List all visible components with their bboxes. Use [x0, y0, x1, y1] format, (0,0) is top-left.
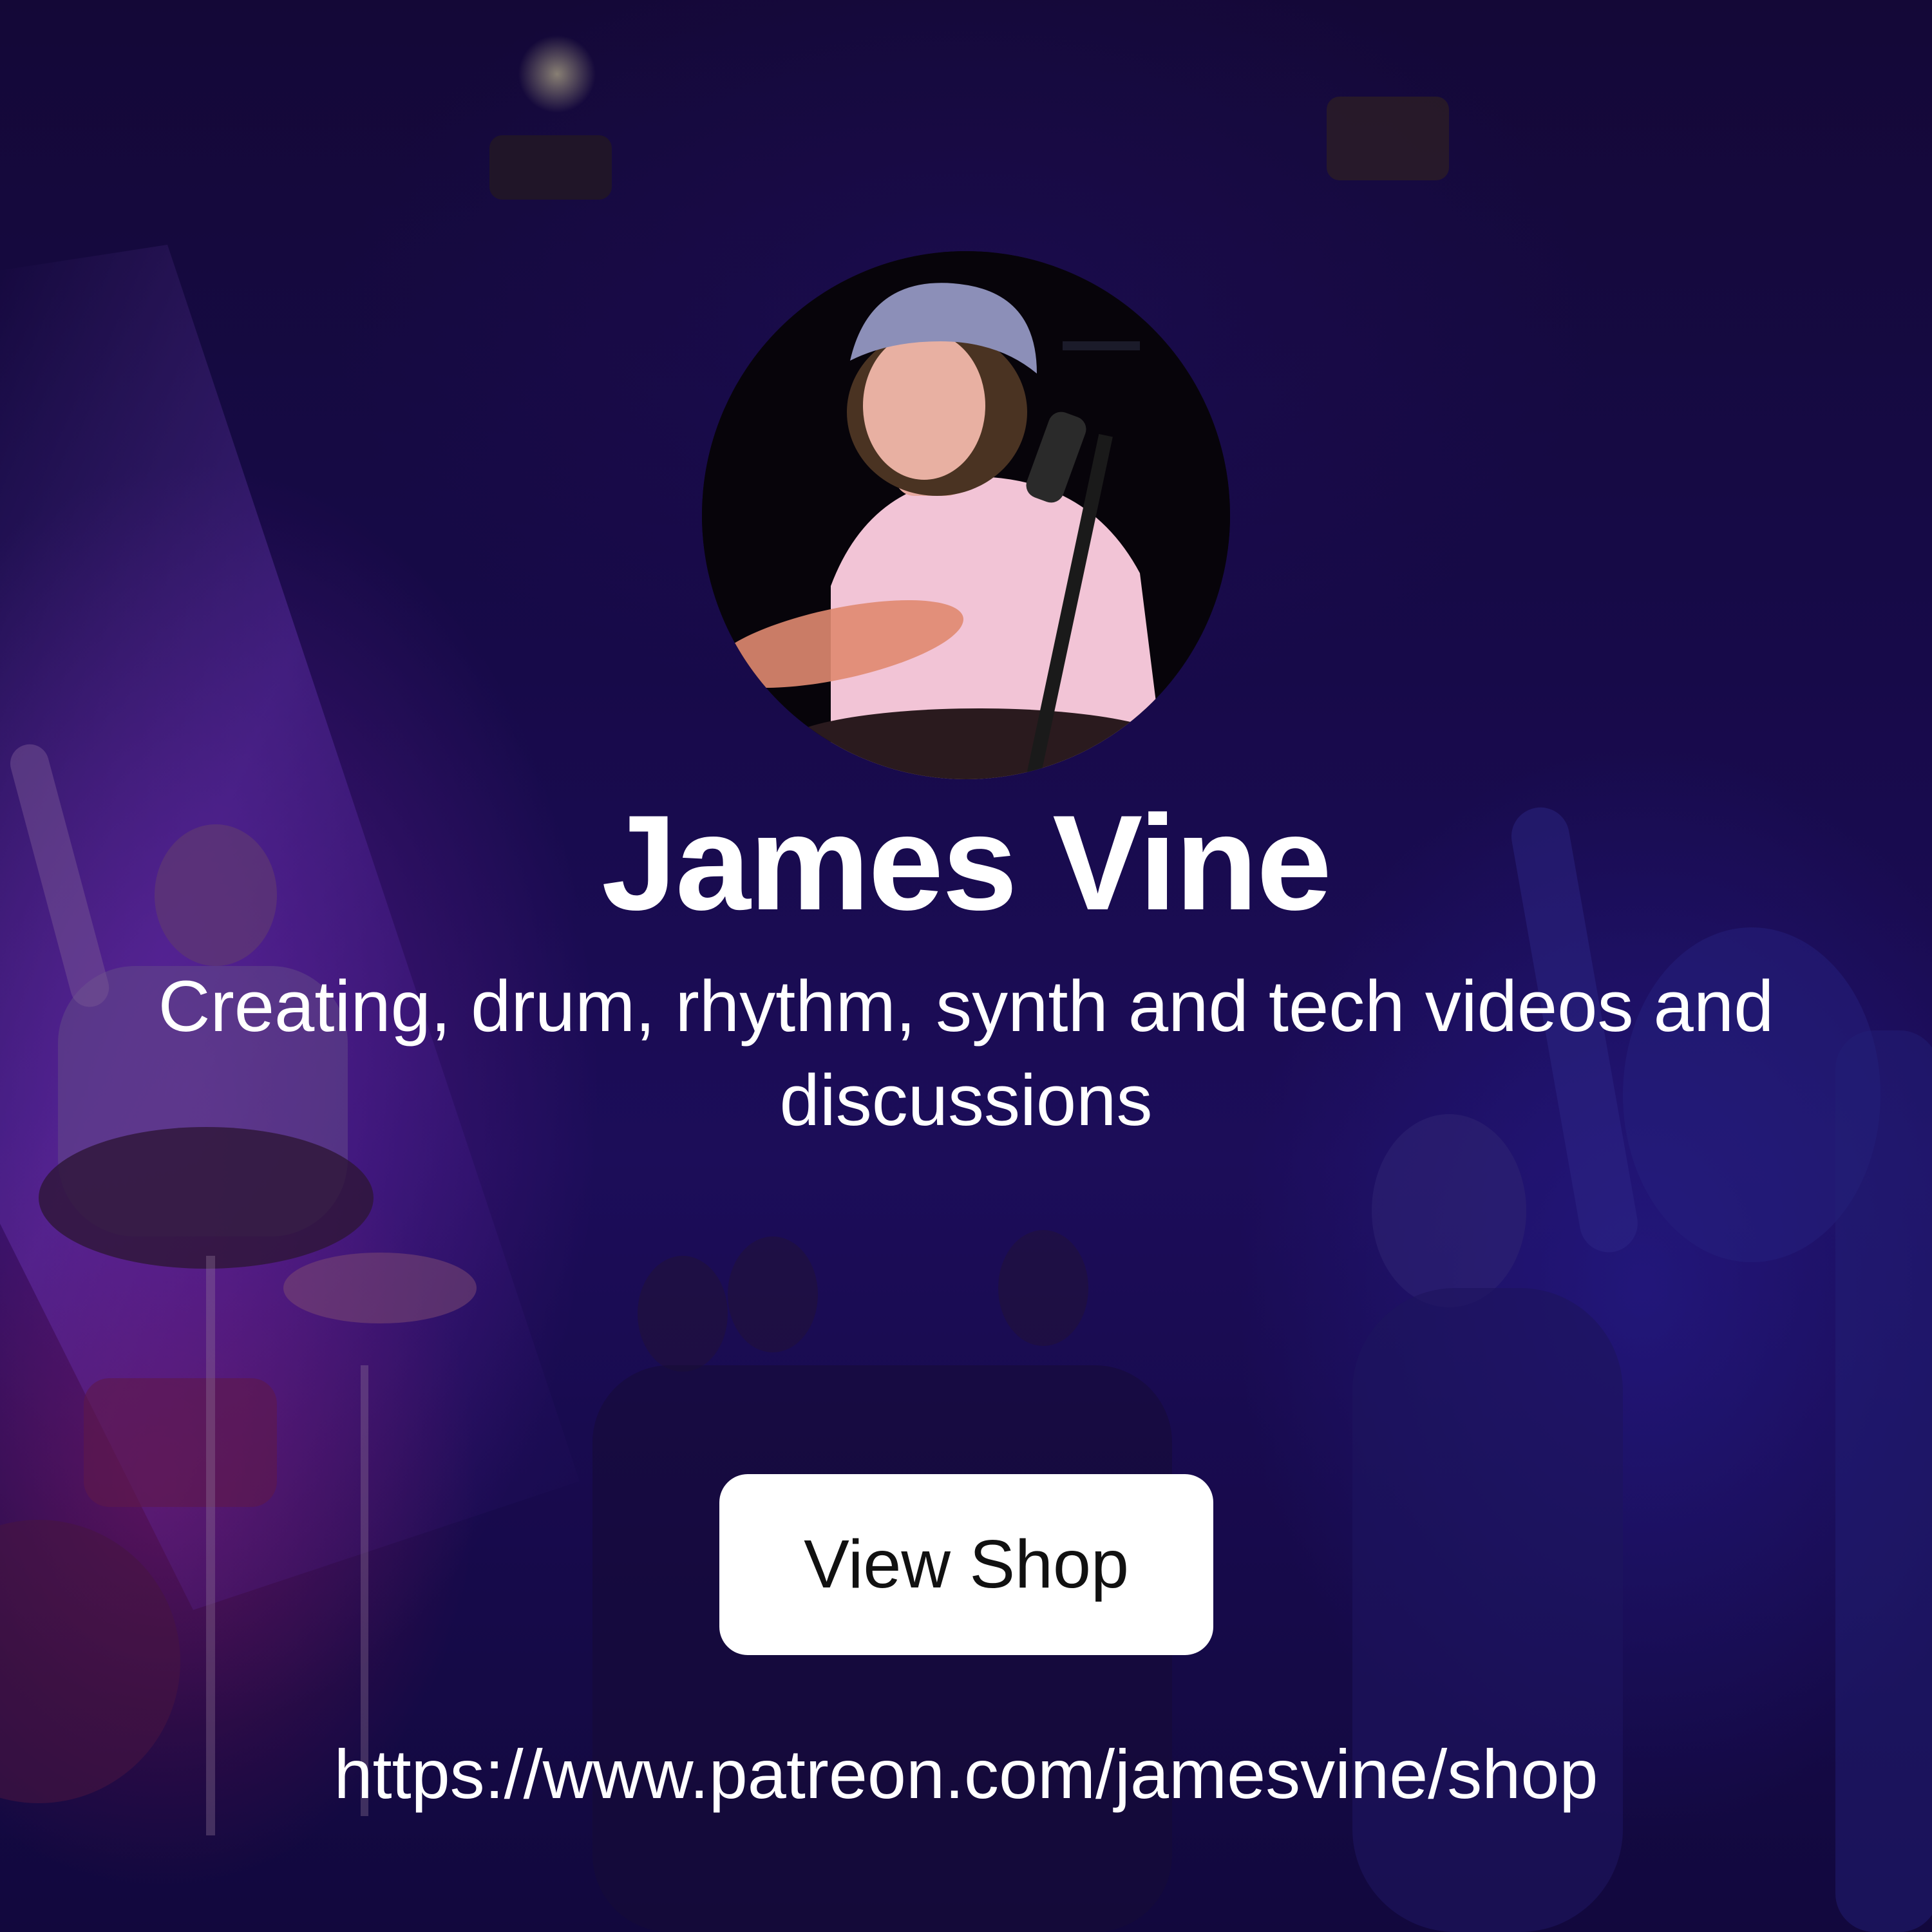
profile-photo-icon [702, 251, 1230, 779]
avatar [702, 251, 1230, 779]
page-title: James Vine [601, 787, 1332, 938]
tagline: Creating, drum, rhythm, synth and tech v… [158, 966, 1774, 1141]
shop-url-link[interactable]: https://www.patreon.com/jamesvine/shop [0, 1726, 1932, 1823]
shop-card: James Vine Creating, drum, rhythm, synth… [0, 0, 1932, 1932]
view-shop-button[interactable]: View Shop [719, 1474, 1213, 1655]
